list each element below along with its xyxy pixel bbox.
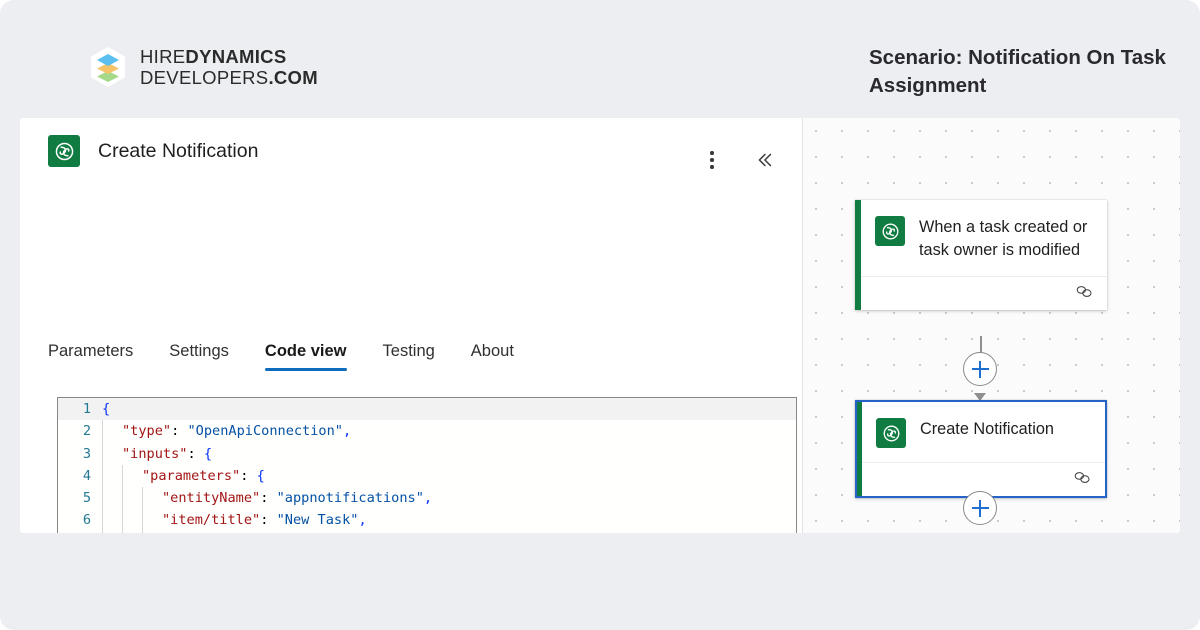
dataverse-icon (48, 135, 80, 167)
code-token: { (102, 401, 110, 417)
flow-card-trigger[interactable]: When a task created or task owner is mod… (855, 200, 1107, 310)
tab-code-view[interactable]: Code view (247, 336, 365, 373)
code-token: , (343, 423, 351, 439)
card-title: Create Notification (98, 140, 258, 163)
scenario-title: Scenario: Notification On Task Assignmen… (869, 44, 1169, 99)
line-number: 5 (58, 487, 100, 509)
code-token: { (204, 446, 212, 462)
code-token: "parameters" (142, 468, 240, 484)
code-token: : (171, 423, 187, 439)
action-label: Create Notification (920, 418, 1054, 441)
tab-parameters[interactable]: Parameters (48, 336, 151, 373)
code-token: : (260, 490, 276, 506)
dataverse-icon (875, 216, 905, 246)
line-number: 2 (58, 420, 100, 442)
code-line: 3 "inputs": { (58, 443, 796, 465)
tab-testing[interactable]: Testing (365, 336, 453, 373)
brand-line2-thin: DEVELOPERS (140, 67, 268, 88)
code-line: 5 "entityName": "appnotifications", (58, 487, 796, 509)
code-token: : (260, 512, 276, 528)
trigger-label: When a task created or task owner is mod… (919, 216, 1093, 262)
code-line: 6 "item/title": "New Task", (58, 509, 796, 531)
tab-bar: Parameters Settings Code view Testing Ab… (48, 336, 532, 373)
code-lines: 1 { 2 "type": "OpenApiConnection", 3 "in… (58, 398, 796, 533)
code-token: "appnotifications" (277, 490, 424, 506)
code-token: "item/title" (162, 512, 260, 528)
brand-logo: HIREDYNAMICS DEVELOPERS.COM (88, 46, 318, 89)
action-detail-pane: Create Notification Parameters Settings … (20, 118, 802, 533)
code-token: "entityName" (162, 490, 260, 506)
layered-stack-logo-icon (88, 46, 128, 88)
card-header-actions (698, 146, 778, 174)
line-number: 1 (58, 398, 100, 420)
code-line: 1 { (58, 398, 796, 420)
line-number: 6 (58, 509, 100, 531)
brand-wordmark: HIREDYNAMICS DEVELOPERS.COM (140, 46, 318, 89)
code-token: : (187, 446, 203, 462)
code-token: , (358, 512, 366, 528)
code-token: "type" (122, 423, 171, 439)
trigger-footer (861, 276, 1107, 310)
code-token: , (424, 490, 432, 506)
brand-line1-bold: DYNAMICS (185, 46, 286, 67)
line-number: 7 (58, 532, 100, 533)
flow-card-action[interactable]: Create Notification (855, 400, 1107, 498)
code-token: "inputs" (122, 446, 187, 462)
code-token: "OpenApiConnection" (187, 423, 343, 439)
line-number: 4 (58, 465, 100, 487)
dataverse-icon (876, 418, 906, 448)
link-chain-icon[interactable] (1073, 470, 1092, 490)
add-step-lower-icon[interactable] (963, 491, 997, 525)
main-panel: Create Notification Parameters Settings … (20, 118, 1180, 533)
tab-settings[interactable]: Settings (151, 336, 247, 373)
screenshot-root: HIREDYNAMICS DEVELOPERS.COM Scenario: No… (0, 0, 1200, 630)
code-token: "New Task" (277, 512, 359, 528)
code-line: 2 "type": "OpenApiConnection", (58, 420, 796, 442)
code-editor[interactable]: 1 { 2 "type": "OpenApiConnection", 3 "in… (57, 397, 797, 533)
collapse-chevron-icon[interactable] (750, 146, 778, 174)
add-step-upper-icon[interactable] (963, 352, 997, 386)
line-number: 3 (58, 443, 100, 465)
code-line: 4 "parameters": { (58, 465, 796, 487)
brand-line2-bold: .COM (268, 67, 318, 88)
flow-canvas[interactable]: When a task created or task owner is mod… (802, 118, 1180, 533)
more-options-icon[interactable] (698, 146, 726, 174)
code-line: 7 "item/icontype": 100000000, (58, 532, 796, 533)
card-header: Create Notification (48, 135, 258, 167)
code-token: { (257, 468, 265, 484)
brand-line1-thin: HIRE (140, 46, 185, 67)
code-token: : (240, 468, 256, 484)
tab-about[interactable]: About (453, 336, 532, 373)
link-chain-icon[interactable] (1075, 284, 1094, 304)
